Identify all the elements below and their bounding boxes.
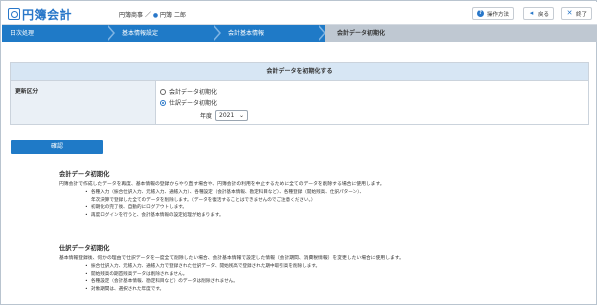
user-separator: ／ (144, 12, 151, 19)
update-type-options: 会計データ初期化 仕訳データ初期化 年度 2021 ⌄ (156, 81, 588, 124)
section-intro: 円簿会計で作成したデータを再度、基本情報の登録からやり直す場合や、円簿会計の利用… (59, 182, 385, 187)
back-arrow-icon: ◂ (529, 9, 534, 17)
step-label: 日次処理 (10, 30, 35, 37)
panel-title: 会計データを初期化する (11, 63, 588, 81)
step-basic-settings[interactable]: 基本情報設定 (114, 25, 221, 42)
section-journal-init: 仕訳データ初期化 基本情報登録後、何かの理由で仕訳データを一度全て削除したい場合… (59, 243, 559, 293)
option-label: 会計データ初期化 (169, 89, 218, 96)
logo-icon (8, 8, 20, 20)
list-item: 年次決算で登録した全てのデータを削除します。（データを復活することはできませんの… (91, 197, 316, 203)
exit-button[interactable]: ✕ 終了 (561, 7, 593, 20)
back-button-label: 戻る (538, 11, 550, 18)
list-item: 振合仕訳入力、元帳入力、通帳入力で登録された仕訳データ、開始残高で登録された期中… (85, 263, 559, 271)
year-select[interactable]: 2021 ⌄ (215, 110, 249, 121)
step-daily-processing[interactable]: 日次処理 (2, 25, 115, 42)
exit-button-label: 終了 (576, 11, 588, 18)
step-data-initialize-current: 会計データ初期化 (325, 25, 597, 42)
section-accounting-init: 会計データ初期化 円簿会計で作成したデータを再度、基本情報の登録からやり直す場合… (59, 169, 559, 219)
year-label: 年度 (200, 113, 213, 120)
company-name: 円簿商事 (119, 12, 144, 19)
app-window: 円簿会計 円簿商事 ／ ● 円簿 二郎 ? 操作方法 ◂ 戻る ✕ 終了 日次処… (0, 0, 597, 305)
list-item: 各種設定（会計基本情報、勘定科目など）のデータは削除されません。 (85, 278, 559, 286)
option-accounting-data[interactable]: 会計データ初期化 (160, 86, 584, 97)
list-item: 各種入力（振合仕訳入力、元帳入力、通帳入力）、各種設定（会計基本情報、勘定科目な… (85, 189, 559, 197)
company-user-label: 円簿商事 ／ ● 円簿 二郎 (119, 10, 186, 19)
app-logo: 円簿会計 (8, 7, 73, 22)
section-title: 会計データ初期化 (59, 171, 110, 178)
chevron-down-icon: ⌄ (238, 112, 245, 119)
list-item: 対象期間は、選択された年度です。 (85, 286, 559, 294)
step-separator-inner (317, 25, 324, 41)
option-label: 仕訳データ初期化 (169, 100, 218, 107)
step-accounting-info[interactable]: 会計基本情報 (220, 25, 326, 42)
breadcrumb-steps: 日次処理 基本情報設定 会計基本情報 会計データ初期化 (2, 25, 597, 42)
close-icon: ✕ (566, 9, 573, 17)
radio-accounting-data[interactable] (160, 88, 166, 95)
user-name: 円簿 二郎 (160, 12, 186, 19)
confirm-button[interactable]: 確認 (11, 140, 103, 154)
section-list: 振合仕訳入力、元帳入力、通帳入力で登録された仕訳データ、開始残高で登録された期中… (85, 263, 559, 293)
step-label: 会計データ初期化 (337, 30, 386, 37)
section-title: 仕訳データ初期化 (59, 245, 110, 252)
user-status-icon: ● (152, 12, 159, 19)
help-button[interactable]: ? 操作方法 (472, 7, 515, 20)
question-icon: ? (477, 10, 484, 17)
list-item: 初期化の完了後、自動的にログアウトします。 (85, 204, 559, 212)
option-journal-data[interactable]: 仕訳データ初期化 (160, 97, 584, 108)
logo-text: 円簿会計 (22, 7, 73, 22)
radio-journal-data[interactable] (160, 99, 166, 106)
year-row: 年度 2021 ⌄ (200, 110, 584, 121)
section-intro: 基本情報登録後、何かの理由で仕訳データを一度全て削除したい場合、会計基本情報で設… (59, 256, 404, 261)
year-value: 2021 (219, 112, 235, 119)
step-separator-inner (106, 25, 113, 41)
help-button-label: 操作方法 (487, 11, 510, 18)
update-type-row: 更新区分 会計データ初期化 仕訳データ初期化 年度 2021 ⌄ (11, 81, 588, 124)
update-type-label: 更新区分 (11, 81, 156, 124)
list-item: 開始残高の期首残高データは削除されません。 (85, 271, 559, 279)
back-button[interactable]: ◂ 戻る (523, 7, 555, 20)
list-item: 再度ログインを行うと、会計基本情報の設定処理が始まります。 (85, 212, 559, 220)
section-list: 各種入力（振合仕訳入力、元帳入力、通帳入力）、各種設定（会計基本情報、勘定科目な… (85, 189, 559, 219)
app-header: 円簿会計 円簿商事 ／ ● 円簿 二郎 ? 操作方法 ◂ 戻る ✕ 終了 (2, 2, 597, 25)
initialize-panel: 会計データを初期化する 更新区分 会計データ初期化 仕訳データ初期化 年度 20… (10, 62, 589, 125)
step-separator-inner (212, 25, 219, 41)
step-label: 基本情報設定 (122, 30, 159, 37)
step-label: 会計基本情報 (228, 30, 265, 37)
